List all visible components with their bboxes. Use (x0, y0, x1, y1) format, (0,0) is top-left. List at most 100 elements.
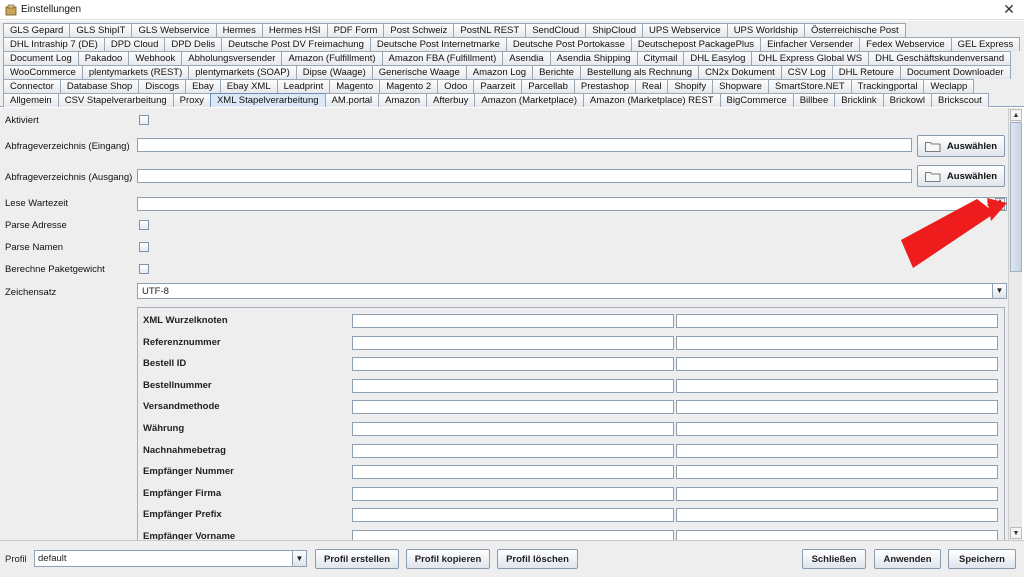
tab-item[interactable]: Brickowl (882, 93, 932, 107)
xml-field-input[interactable] (352, 314, 674, 328)
tab-item[interactable]: Citymail (636, 51, 685, 65)
tab-item[interactable]: GLS Webservice (131, 23, 217, 37)
tab-item[interactable]: Amazon FBA (Fulfillment) (381, 51, 504, 65)
chevron-down-icon[interactable]: ▼ (292, 551, 306, 566)
abfrage-eingang-input[interactable] (137, 138, 912, 152)
tab-item[interactable]: plentymarkets (SOAP) (188, 65, 297, 79)
abfrage-ausgang-input[interactable] (137, 169, 912, 183)
tab-item[interactable]: Parcellab (521, 79, 575, 93)
xml-field-input-2[interactable] (676, 422, 998, 436)
tab-item[interactable]: DHL Intraship 7 (DE) (3, 37, 105, 51)
xml-field-input-2[interactable] (676, 530, 998, 540)
profil-loeschen-button[interactable]: Profil löschen (497, 549, 578, 569)
tab-item[interactable]: Hermes (215, 23, 263, 37)
close-icon[interactable]: ✕ (1000, 1, 1018, 18)
tab-item[interactable]: Einfacher Versender (760, 37, 861, 51)
tab-item[interactable]: ShipCloud (585, 23, 644, 37)
tab-item[interactable]: DHL Retoure (831, 65, 901, 79)
profil-kopieren-button[interactable]: Profil kopieren (406, 549, 490, 569)
tab-item[interactable]: Österreichische Post (803, 23, 906, 37)
tab-item[interactable]: Database Shop (59, 79, 140, 93)
tab-item[interactable]: DHL Easylog (683, 51, 753, 65)
tab-item[interactable]: Deutschepost PackagePlus (630, 37, 762, 51)
tab-item[interactable]: Afterbuy (426, 93, 476, 107)
tab-item[interactable]: Deutsche Post Portokasse (505, 37, 632, 51)
tab-item[interactable]: Trackingportal (850, 79, 925, 93)
tab-item[interactable]: Weclapp (923, 79, 975, 93)
tab-item[interactable]: Pakadoo (77, 51, 130, 65)
tab-item[interactable]: Hermes HSI (261, 23, 328, 37)
tab-item[interactable]: Dipse (Waage) (295, 65, 373, 79)
tab-item[interactable]: Bricklink (834, 93, 884, 107)
tab-item[interactable]: Shopify (667, 79, 714, 93)
anwenden-button[interactable]: Anwenden (874, 549, 941, 569)
tab-item[interactable]: GEL Express (950, 37, 1021, 51)
xml-field-input-2[interactable] (676, 486, 998, 501)
tab-item[interactable]: Prestashop (573, 79, 636, 93)
tab-item[interactable]: Leadprint (276, 79, 331, 93)
chevron-down-icon[interactable]: ▼ (992, 284, 1006, 298)
tab-item[interactable]: DPD Delis (164, 37, 223, 51)
tab-item[interactable]: Amazon (Marketplace) (474, 93, 584, 107)
tab-item[interactable]: Brickscout (931, 93, 989, 107)
tab-item[interactable]: Discogs (138, 79, 187, 93)
tab-item[interactable]: Post Schweiz (383, 23, 455, 37)
xml-field-input[interactable] (352, 400, 674, 415)
tab-item[interactable]: PDF Form (326, 23, 385, 37)
tab-item[interactable]: GLS Gepard (3, 23, 71, 37)
tab-item[interactable]: Magento (329, 79, 381, 93)
xml-field-input-2[interactable] (676, 357, 998, 372)
tab-item[interactable]: DHL Geschäftskundenversand (868, 51, 1012, 65)
tab-item[interactable]: Document Downloader (899, 65, 1011, 79)
tab-item[interactable]: Berichte (532, 65, 581, 79)
tab-item[interactable]: SendCloud (525, 23, 587, 37)
tab-item[interactable]: BigCommerce (719, 93, 794, 107)
tab-item[interactable]: Proxy (172, 93, 211, 107)
xml-field-input-2[interactable] (676, 465, 998, 480)
xml-field-input-2[interactable] (676, 335, 998, 350)
tab-item[interactable]: AM.portal (324, 93, 380, 107)
xml-field-input[interactable] (352, 530, 674, 540)
tab-item[interactable]: Asendia (502, 51, 551, 65)
tab-item[interactable]: Magento 2 (379, 79, 439, 93)
xml-field-input-2[interactable] (676, 400, 998, 415)
xml-field-input[interactable] (352, 443, 674, 458)
aktiviert-checkbox[interactable] (139, 115, 149, 125)
scroll-up-icon[interactable]: ▲ (1010, 109, 1022, 121)
tab-item[interactable]: CSV Stapelverarbeitung (57, 93, 174, 107)
xml-field-input-2[interactable] (676, 314, 998, 328)
auswaehlen-ausgang-button[interactable]: Auswählen (917, 165, 1005, 187)
xml-field-input[interactable] (352, 508, 674, 523)
tab-item[interactable]: UPS Worldship (726, 23, 805, 37)
xml-field-input-2[interactable] (676, 443, 998, 458)
tab-item[interactable]: Asendia Shipping (549, 51, 638, 65)
tab-item[interactable]: Amazon (Marketplace) REST (582, 93, 721, 107)
tab-item[interactable]: plentymarkets (REST) (81, 65, 190, 79)
profil-erstellen-button[interactable]: Profil erstellen (315, 549, 399, 569)
xml-field-input[interactable] (352, 486, 674, 501)
schliessen-button[interactable]: Schließen (802, 549, 866, 569)
tab-item[interactable]: CN2x Dokument (698, 65, 782, 79)
paketgewicht-checkbox[interactable] (139, 264, 149, 274)
tab-item[interactable]: Abholungsversender (181, 51, 283, 65)
parse-namen-checkbox[interactable] (139, 242, 149, 252)
zeichensatz-select[interactable]: UTF-8 ▼ (137, 283, 1007, 299)
tab-item[interactable]: Amazon (378, 93, 428, 107)
tab-item[interactable]: Ebay XML (219, 79, 278, 93)
tab-item[interactable]: Webhook (128, 51, 183, 65)
tab-item[interactable]: Bestellung als Rechnung (579, 65, 700, 79)
tab-item[interactable]: CSV Log (780, 65, 833, 79)
auswaehlen-eingang-button[interactable]: Auswählen (917, 135, 1005, 157)
tab-item[interactable]: XML Stapelverarbeitung (209, 93, 326, 107)
tab-item[interactable]: Fedex Webservice (859, 37, 952, 51)
profil-select[interactable]: default ▼ (34, 550, 307, 567)
tab-item[interactable]: Allgemein (3, 93, 59, 107)
tab-item[interactable]: Shopware (712, 79, 769, 93)
tab-item[interactable]: Deutsche Post DV Freimachung (221, 37, 371, 51)
tab-item[interactable]: SmartStore.NET (767, 79, 852, 93)
tab-item[interactable]: WooCommerce (3, 65, 83, 79)
scroll-thumb[interactable] (1010, 122, 1022, 272)
tab-item[interactable]: Billbee (792, 93, 836, 107)
xml-field-input[interactable] (352, 422, 674, 436)
tab-item[interactable]: DPD Cloud (103, 37, 166, 51)
